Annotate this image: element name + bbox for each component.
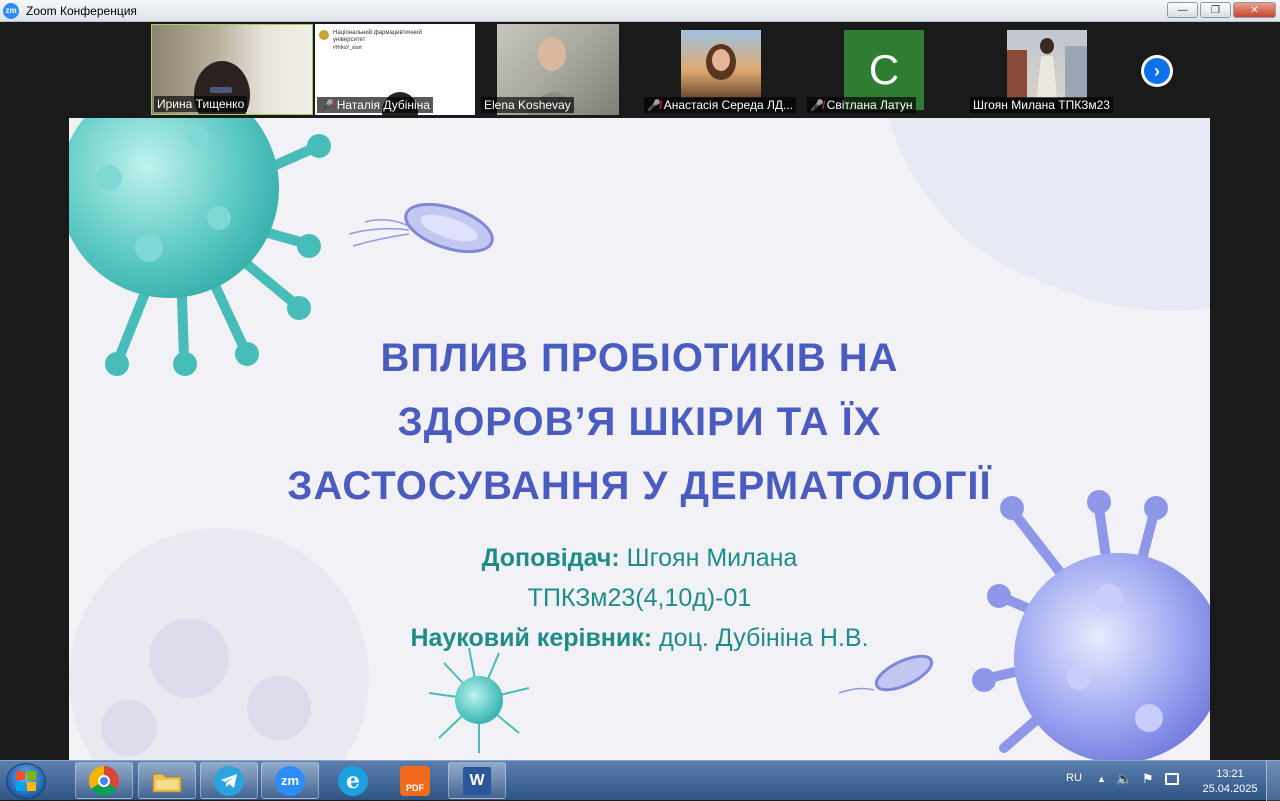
language-indicator[interactable]: RU — [1066, 772, 1082, 784]
participant-tile[interactable]: Elena Koshevay — [479, 24, 639, 115]
participant-name: 🎤̸ Світлана Латун — [807, 97, 916, 113]
chevron-right-icon: › — [1144, 58, 1170, 84]
show-desktop-button[interactable] — [1266, 761, 1280, 801]
participant-tile[interactable]: Шгоян Милана ТПКЗм23 — [968, 24, 1128, 115]
taskbar-ie-button[interactable]: e — [324, 762, 382, 799]
small-virus-icon — [428, 647, 530, 753]
slide-title: ВПЛИВ ПРОБІОТИКІВ НА ЗДОРОВ’Я ШКІРИ ТА Ї… — [69, 326, 1210, 518]
pdf-icon: PDF — [400, 765, 430, 796]
shared-screen-slide: ВПЛИВ ПРОБІОТИКІВ НА ЗДОРОВ’Я ШКІРИ ТА Ї… — [69, 118, 1210, 760]
zoom-icon: zm — [275, 765, 305, 796]
mic-muted-icon: 🎤̸ — [647, 99, 661, 112]
participant-name: Ирина Тищенко — [154, 96, 248, 112]
participant-tile[interactable]: Національний фармацевтичний університет … — [315, 24, 475, 115]
show-hidden-icons-button[interactable]: ▲ — [1097, 774, 1106, 784]
next-page-button[interactable]: › — [1141, 55, 1173, 87]
participant-avatar — [1007, 30, 1087, 98]
telegram-icon — [214, 765, 244, 796]
advisor-line: Науковий керівник: доц. Дубініна Н.В. — [69, 618, 1210, 658]
shared-screen-text: Національний фармацевтичний університет — [333, 30, 422, 43]
minimize-button[interactable]: — — [1167, 2, 1198, 18]
participant-avatar — [681, 30, 761, 98]
participant-tile[interactable]: С 🎤̸ Світлана Латун — [805, 24, 965, 115]
group-line: ТПКЗм23(4,10д)-01 — [527, 584, 752, 612]
participant-name: Шгоян Милана ТПКЗм23 — [970, 97, 1113, 113]
slide-title-line: ЗАСТОСУВАННЯ У ДЕРМАТОЛОГІЇ — [287, 464, 992, 508]
participant-name: 🎤̸ Наталія Дубініна — [317, 97, 433, 113]
participant-tile[interactable]: 🎤̸ Анастасія Середа ЛД... — [642, 24, 802, 115]
clock-time: 13:21 — [1216, 768, 1244, 780]
bacterium-icon — [348, 202, 494, 254]
restore-button[interactable]: ❐ — [1200, 2, 1231, 18]
chrome-icon — [89, 765, 119, 796]
action-center-flag-icon[interactable]: ⚑ — [1142, 771, 1154, 787]
speaker-name: Шгоян Милана — [626, 544, 798, 572]
taskbar-folder-button[interactable] — [138, 762, 196, 799]
volume-icon[interactable]: 🔈 — [1116, 771, 1132, 787]
zoom-logo-icon: zm — [3, 2, 19, 19]
shared-screen-tag: #НФаУ_start — [333, 45, 362, 51]
window-title: Zoom Конференция — [26, 3, 137, 18]
close-button[interactable]: ✕ — [1233, 2, 1276, 18]
advisor-name: доц. Дубініна Н.В. — [659, 624, 869, 652]
ie-icon: e — [338, 765, 368, 796]
speaker-line: Доповідач: Шгоян Милана — [69, 538, 1210, 578]
start-button[interactable] — [6, 763, 46, 799]
network-icon[interactable] — [1165, 773, 1179, 785]
slide-title-line: ЗДОРОВ’Я ШКІРИ ТА ЇХ — [397, 400, 882, 444]
taskbar-telegram-button[interactable] — [200, 762, 258, 799]
speaker-label: Доповідач: — [481, 544, 620, 572]
slide-title-line: ВПЛИВ ПРОБІОТИКІВ НА — [380, 336, 899, 380]
mic-muted-icon: 🎤̸ — [320, 99, 334, 112]
video-strip: Ирина Тищенко Національний фармацевтични… — [0, 22, 1280, 118]
mic-muted-icon: 🎤̸ — [810, 99, 824, 112]
taskbar-pdf-button[interactable]: PDF — [386, 762, 444, 799]
folder-icon — [152, 773, 182, 792]
taskbar: zm e PDF W RU ▲ 🔈 ⚑ 13:21 25.04.2025 — [0, 760, 1280, 801]
slide-body: Доповідач: Шгоян Милана ТПКЗм23(4,10д)-0… — [69, 538, 1210, 658]
clock-date: 25.04.2025 — [1202, 783, 1258, 795]
taskbar-chrome-button[interactable] — [75, 762, 133, 799]
advisor-label: Науковий керівник: — [410, 624, 653, 652]
window-titlebar: zm Zoom Конференция — ❐ ✕ — [0, 0, 1280, 22]
taskbar-zoom-button[interactable]: zm — [261, 762, 319, 799]
taskbar-word-button[interactable]: W — [448, 762, 506, 799]
participant-tile[interactable]: Ирина Тищенко — [151, 24, 313, 115]
windows-logo-icon — [16, 771, 36, 791]
system-clock[interactable]: 13:21 25.04.2025 — [1200, 767, 1260, 797]
participant-name: Elena Koshevay — [481, 97, 574, 113]
word-icon: W — [463, 766, 491, 795]
participant-name: 🎤̸ Анастасія Середа ЛД... — [644, 97, 796, 113]
